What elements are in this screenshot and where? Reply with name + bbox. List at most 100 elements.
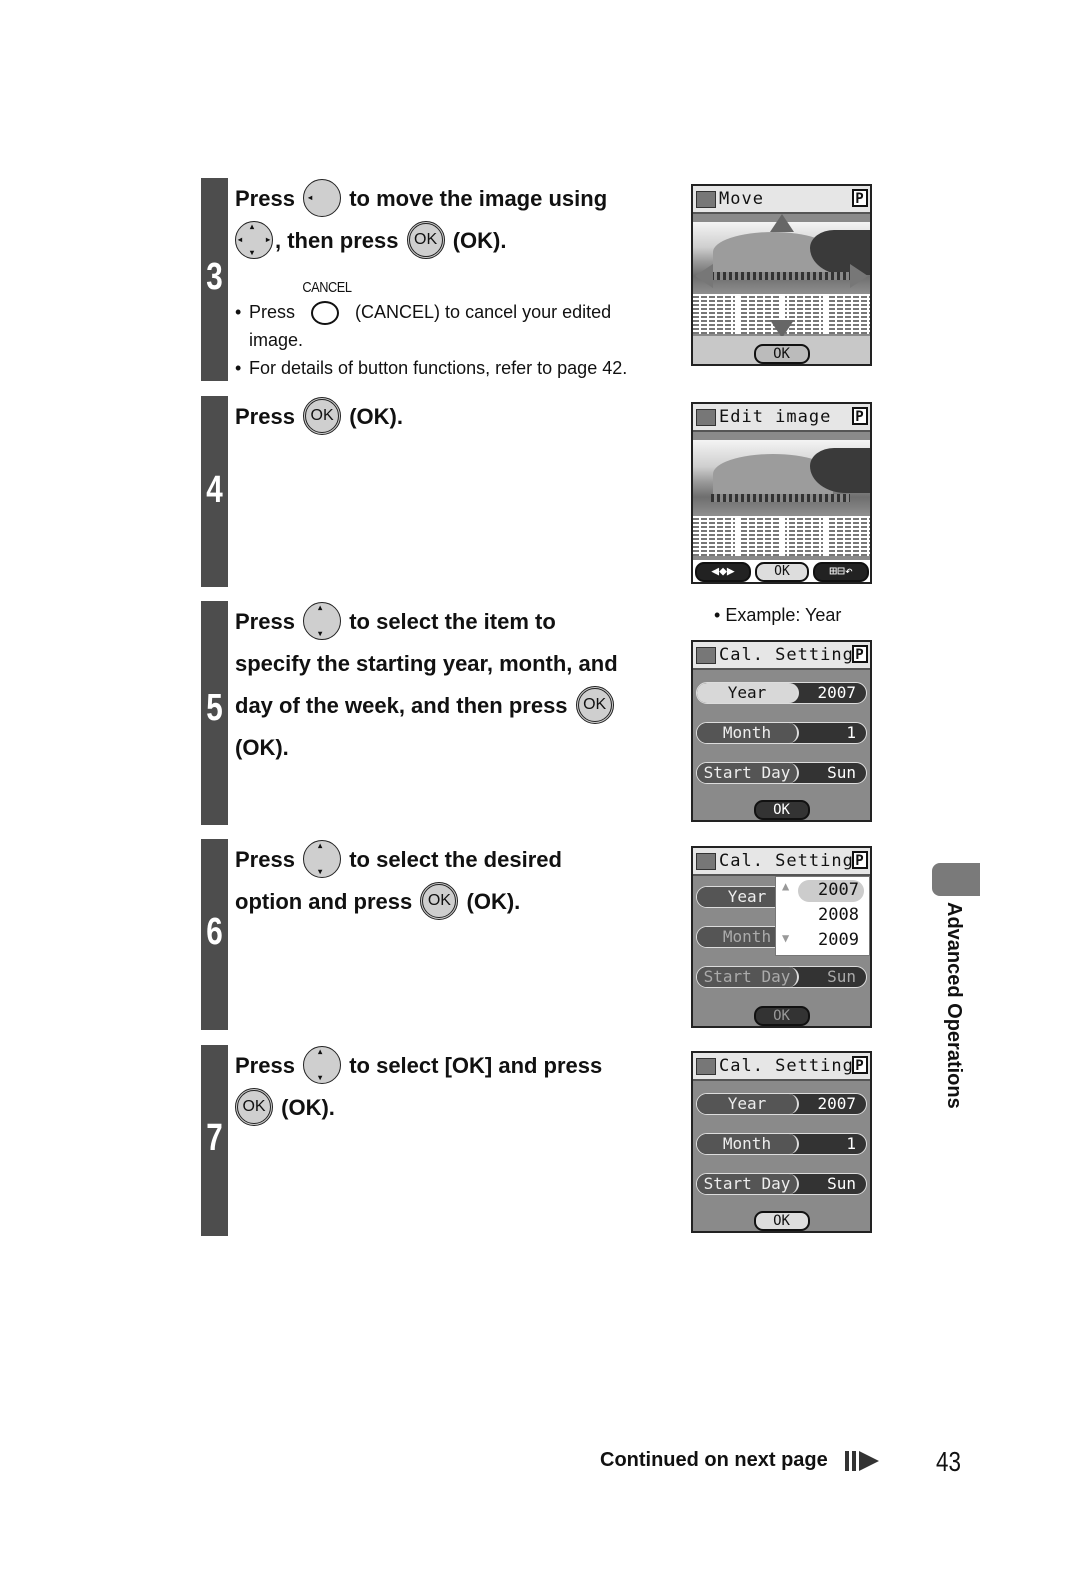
instruction-text: specify the starting year, month, and: [235, 651, 618, 676]
app-icon: [696, 647, 716, 664]
step-instruction: Press OK (OK).: [235, 396, 655, 438]
calendar-strip: [693, 516, 870, 556]
app-icon: [696, 191, 716, 208]
step-instruction: Press ▴ ▾ to select the desired option an…: [235, 839, 655, 923]
ok-button[interactable]: OK: [753, 1211, 810, 1231]
ok-key-icon: OK: [235, 1088, 273, 1127]
p-badge-icon: P: [852, 1056, 868, 1074]
step-instruction: Press ◂ to move the image using ▴ ▾ ◂ ▸ , …: [235, 178, 665, 262]
ok-key-icon: OK: [420, 882, 459, 921]
softkey-bar: ◀◆▶ OK ⊞⊟↶: [693, 560, 870, 582]
instruction-text: option and press: [235, 889, 413, 914]
arrow-right-icon: [850, 264, 868, 288]
phone-screen-edit-image: Edit image P ◀◆▶ OK ⊞⊟↶: [691, 402, 872, 584]
example-text: Example: Year: [725, 605, 842, 625]
arrow-up-icon: [770, 214, 794, 232]
phone-screen-cal-settings-dropdown: Cal. Settings P Year Month Start Day Sun…: [691, 846, 872, 1028]
ok-key-icon: OK: [406, 221, 445, 260]
setting-row-start-day[interactable]: Start Day Sun: [696, 966, 867, 988]
row-value: Sun: [827, 763, 856, 782]
dropdown-option[interactable]: 2008: [818, 905, 859, 925]
ok-button[interactable]: OK: [753, 1006, 810, 1026]
instruction-text: day of the week, and then press: [235, 693, 568, 718]
dropdown-option[interactable]: 2009: [818, 930, 859, 950]
phone-screen-cal-settings-select: Cal. Settings P Year 2007 Month 1 Start …: [691, 640, 872, 822]
ok-key-icon: OK: [303, 397, 342, 436]
p-badge-icon: P: [852, 851, 868, 869]
section-label: Advanced Operations: [943, 902, 965, 1109]
move-softkey[interactable]: ◀◆▶: [695, 562, 751, 582]
instruction-text: Press: [235, 186, 295, 211]
year-dropdown[interactable]: ▲ ▼ 2007 2008 2009: [775, 876, 870, 956]
photo-preview: [693, 440, 870, 516]
p-badge-icon: P: [852, 189, 868, 207]
setting-row-year[interactable]: Year 2007: [696, 1093, 867, 1115]
p-badge-icon: P: [852, 407, 868, 425]
row-label: Year: [697, 683, 799, 703]
note-item: For details of button functions, refer t…: [235, 354, 675, 382]
step-number: 5: [206, 687, 223, 729]
instruction-text: Press: [235, 847, 295, 872]
step-number: 7: [206, 1117, 223, 1159]
app-icon: [696, 1058, 716, 1075]
step-instruction: Press ▴ ▾ to select the item to specify t…: [235, 601, 675, 769]
step-number: 6: [206, 911, 223, 953]
scroll-down-icon[interactable]: ▼: [782, 931, 789, 945]
step-number: 4: [206, 469, 223, 511]
setting-row-start-day[interactable]: Start Day Sun: [696, 762, 867, 784]
continued-text: Continued on next page: [600, 1449, 828, 1471]
screen-title: Cal. Settings: [719, 851, 866, 871]
next-page-arrow-icon: [845, 1451, 879, 1471]
step-instruction: Press ▴ ▾ to select [OK] and press OK (OK…: [235, 1045, 655, 1129]
row-value: Sun: [827, 967, 856, 986]
phone-screen-cal-settings-ok: Cal. Settings P Year 2007 Month 1 Start …: [691, 1051, 872, 1233]
app-icon: [696, 853, 716, 870]
screen-title: Edit image: [719, 407, 832, 427]
setting-row-month[interactable]: Month 1: [696, 1133, 867, 1155]
row-label: Year: [697, 1094, 799, 1114]
ok-button[interactable]: OK: [753, 344, 810, 364]
screen-title-bar: Move P: [693, 186, 870, 214]
scroll-up-icon[interactable]: ▲: [782, 879, 789, 893]
instruction-text: (OK).: [466, 889, 521, 914]
dropdown-option[interactable]: 2007: [818, 880, 859, 900]
instruction-text: to select the item to: [349, 609, 556, 634]
photo-preview: [693, 222, 870, 294]
row-value: 2007: [817, 683, 856, 702]
instruction-text: to select [OK] and press: [349, 1053, 603, 1078]
instruction-text: Press: [235, 404, 295, 429]
ok-softkey[interactable]: OK: [755, 562, 809, 582]
setting-row-year[interactable]: Year 2007: [696, 682, 867, 704]
screen-title: Move: [719, 189, 764, 209]
row-label: Month: [697, 723, 799, 743]
instruction-text: to move the image using: [349, 186, 608, 211]
instruction-text: Press: [235, 1053, 295, 1078]
setting-row-start-day[interactable]: Start Day Sun: [696, 1173, 867, 1195]
instruction-text: (OK).: [349, 404, 403, 429]
updown-key-icon: ▴ ▾: [303, 602, 342, 641]
row-label: Month: [697, 1134, 799, 1154]
note-item: Press CANCEL (CANCEL) to cancel your edi…: [235, 279, 675, 354]
cancel-key: CANCEL: [300, 279, 352, 326]
note-text: (CANCEL) to cancel your edited: [355, 302, 612, 322]
row-label: Start Day: [697, 763, 799, 783]
ok-button[interactable]: OK: [753, 800, 810, 820]
page-number: 43: [936, 1446, 961, 1477]
dpad-icon: ▴ ▾ ◂ ▸: [235, 221, 273, 260]
screen-title-bar: Cal. Settings P: [693, 642, 870, 670]
cancel-key-icon: [311, 301, 340, 326]
row-label: Start Day: [697, 1174, 799, 1194]
updown-key-icon: ▴ ▾: [303, 1046, 342, 1085]
instruction-text: Press: [235, 609, 295, 634]
instruction-text: to select the desired: [349, 847, 562, 872]
phone-screen-move: Move P OK: [691, 184, 872, 366]
zoom-softkey[interactable]: ⊞⊟↶: [813, 562, 869, 582]
screen-title-bar: Edit image P: [693, 404, 870, 432]
screen-title: Cal. Settings: [719, 1056, 866, 1076]
row-value: Sun: [827, 1174, 856, 1193]
row-value: 1: [846, 1134, 856, 1153]
example-note: • Example: Year: [714, 605, 842, 625]
step-notes: Press CANCEL (CANCEL) to cancel your edi…: [235, 279, 675, 382]
note-text: image.: [249, 330, 304, 350]
setting-row-month[interactable]: Month 1: [696, 722, 867, 744]
